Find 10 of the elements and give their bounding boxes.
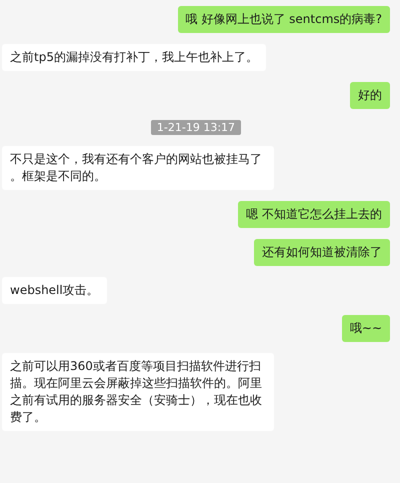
received-message: 不只是这个，我有还有个客户的网站也被挂马了。框架是不同的。 — [2, 146, 274, 190]
sent-message: 嗯 不知道它怎么挂上去的 — [238, 201, 390, 228]
received-message: 之前可以用360或者百度等项目扫描软件进行扫描。现在阿里云会屏蔽掉这些扫描软件的。阿里之前有试用的服务器安全（安骑士），现在也收费了。 — [2, 353, 274, 431]
sent-message: 哦~~ — [342, 315, 390, 342]
sent-message: 哦 好像网上也说了 sentcms的病毒? — [178, 6, 390, 33]
received-message: webshell攻击。 — [2, 277, 107, 304]
sent-message: 还有如何知道被清除了 — [254, 239, 390, 266]
received-message: 之前tp5的漏掉没有打补丁，我上午也补上了。 — [2, 44, 266, 71]
timestamp: 1-21-19 13:17 — [150, 120, 242, 135]
sent-message: 好的 — [350, 82, 390, 109]
